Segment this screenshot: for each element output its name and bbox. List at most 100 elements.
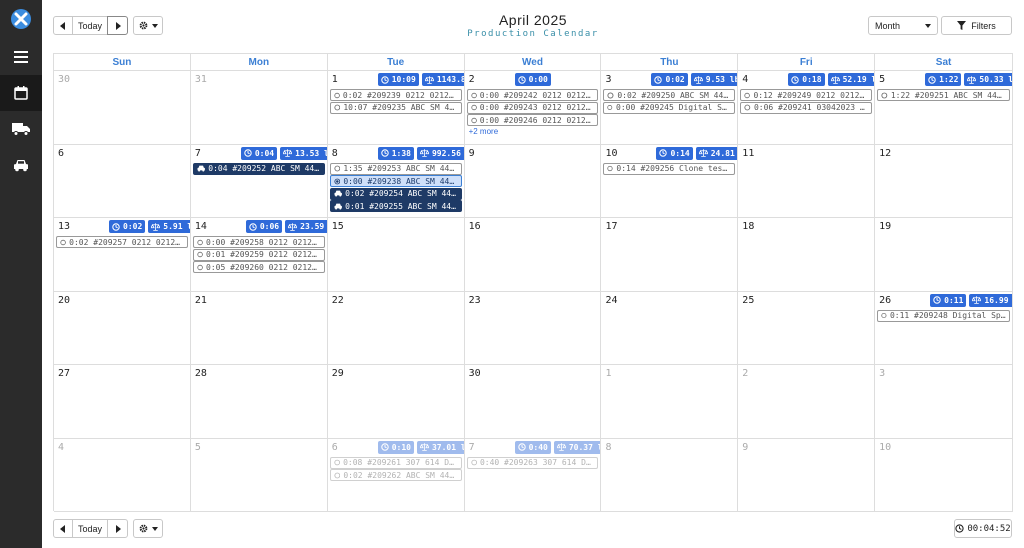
calendar-event[interactable]: 0:04 #209252 ABC SM 44-2…: [192, 162, 325, 175]
calendar-day-cell[interactable]: 60:1037.01 lb0:08 #209261 307 614 Defa…0…: [327, 438, 465, 512]
calendar-day-cell[interactable]: 27: [54, 365, 191, 439]
day-number[interactable]: 11: [742, 148, 754, 159]
day-number[interactable]: 31: [195, 74, 207, 85]
filters-button[interactable]: Filters: [941, 16, 1012, 35]
day-number[interactable]: 28: [195, 368, 207, 379]
calendar-day-cell[interactable]: 18: [738, 218, 876, 292]
calendar-event[interactable]: 0:00 #209245 Digital Spooling…: [603, 101, 736, 114]
calendar-day-cell[interactable]: 9: [464, 144, 602, 218]
day-number[interactable]: 19: [879, 221, 891, 232]
calendar-event[interactable]: 10:07 #209235 ABC SM 44-…: [329, 101, 462, 114]
calendar-day-cell[interactable]: 17: [601, 218, 739, 292]
calendar-day-cell[interactable]: 12: [875, 144, 1014, 218]
day-number[interactable]: 10: [879, 442, 891, 453]
calendar-event[interactable]: 0:14 #209256 Clone test Clo…: [603, 162, 736, 175]
calendar-day-cell[interactable]: 15: [327, 218, 465, 292]
day-number[interactable]: 7: [469, 442, 475, 453]
calendar-day-cell[interactable]: 8: [601, 438, 739, 512]
calendar-day-cell[interactable]: 30: [464, 365, 602, 439]
calendar-day-cell[interactable]: 31: [190, 71, 328, 145]
calendar-day-cell[interactable]: 4 0:18 52.19 lb 0:12 #209249 0212 0212 Def……: [738, 71, 876, 145]
calendar-day-cell[interactable]: 7 0:04 13.53 lb 0:04 #209252 ABC SM 44-2…: [190, 144, 328, 218]
calendar-day-cell[interactable]: 5: [190, 438, 328, 512]
calendar-day-cell[interactable]: 30: [54, 71, 191, 145]
day-number[interactable]: 23: [469, 295, 481, 306]
calendar-day-cell[interactable]: 2: [738, 365, 876, 439]
day-number[interactable]: 24: [605, 295, 617, 306]
calendar-day-cell[interactable]: 6: [54, 144, 191, 218]
day-number[interactable]: 25: [742, 295, 754, 306]
calendar-day-cell[interactable]: 20:000:00 #209242 0212 0212 Def…0:00 #20…: [464, 71, 602, 145]
calendar-day-cell[interactable]: 23: [464, 291, 602, 365]
calendar-event[interactable]: 0:02 #209254 ABC SM 44-2…: [329, 187, 462, 200]
day-number[interactable]: 18: [742, 221, 754, 232]
calendar-event[interactable]: 0:02 #209239 0212 0212 Def…: [329, 89, 462, 101]
calendar-event[interactable]: 0:02 #209262 ABC SM 44-2…: [329, 469, 462, 481]
calendar-event[interactable]: 0:06 #209241 03042023 03…: [740, 101, 873, 114]
calendar-day-cell[interactable]: 9: [738, 438, 876, 512]
calendar-day-cell[interactable]: 24: [601, 291, 739, 365]
day-number[interactable]: 22: [332, 295, 344, 306]
calendar-event[interactable]: 0:05 #209260 0212 0212 Def…: [192, 261, 325, 273]
calendar-day-cell[interactable]: 10 0:14 24.81 lb 0:14 #209256 Clone test Cl…: [601, 144, 739, 218]
calendar-day-cell[interactable]: 26 0:11 16.99 lb 0:11 #209248 Digital Spool…: [875, 291, 1014, 365]
day-number[interactable]: 27: [58, 368, 70, 379]
day-number[interactable]: 3: [879, 368, 885, 379]
day-number[interactable]: 9: [742, 442, 748, 453]
day-number[interactable]: 4: [58, 442, 64, 453]
sidebar-item-delivery[interactable]: [0, 111, 42, 147]
calendar-event[interactable]: 0:00 #209238 ABC SM 44-2…: [329, 175, 462, 187]
calendar-day-cell[interactable]: 16: [464, 218, 602, 292]
day-number[interactable]: 5: [195, 442, 201, 453]
settings-dropdown-bottom[interactable]: [133, 519, 163, 538]
calendar-day-cell[interactable]: 8 1:38 992.56 lb 1:35 #209253 ABC SM 44-2… 0…: [327, 144, 465, 218]
day-number[interactable]: 17: [605, 221, 617, 232]
calendar-event[interactable]: 0:00 #209258 0212 0212 Def…: [192, 236, 325, 248]
day-number[interactable]: 30: [469, 368, 481, 379]
day-number[interactable]: 3: [605, 74, 611, 85]
next-month-button-bottom[interactable]: [107, 519, 128, 538]
calendar-event[interactable]: 1:35 #209253 ABC SM 44-2…: [329, 162, 462, 175]
calendar-event[interactable]: 0:01 #209259 0212 0212 Def…: [192, 248, 325, 261]
day-number[interactable]: 16: [469, 221, 481, 232]
calendar-event[interactable]: 0:12 #209249 0212 0212 Def…: [740, 89, 873, 101]
calendar-event[interactable]: 0:00 #209243 0212 0212 Def…: [466, 101, 599, 114]
calendar-event[interactable]: 0:00 #209242 0212 0212 Def…: [466, 89, 599, 101]
today-button-bottom[interactable]: Today: [72, 519, 108, 538]
day-number[interactable]: 6: [332, 442, 338, 453]
calendar-event[interactable]: 0:02 #209250 ABC SM 44-…: [603, 89, 736, 101]
day-number[interactable]: 5: [879, 74, 885, 85]
day-number[interactable]: 2: [469, 74, 475, 85]
calendar-day-cell[interactable]: 5 1:22 50.33 lb 1:22 #209251 ABC SM 44-2…: [875, 71, 1014, 145]
calendar-day-cell[interactable]: 29: [327, 365, 465, 439]
calendar-day-cell[interactable]: 7 0:40 70.37 lb 0:40 #209263 307 614 Defa…: [464, 438, 602, 512]
day-number[interactable]: 4: [742, 74, 748, 85]
calendar-day-cell[interactable]: 28: [190, 365, 328, 439]
calendar-day-cell[interactable]: 3: [875, 365, 1014, 439]
calendar-day-cell[interactable]: 3 0:02 9.53 lb 0:02 #209250 ABC SM 44-… 0:00…: [601, 71, 739, 145]
calendar-day-cell[interactable]: 22: [327, 291, 465, 365]
day-number[interactable]: 26: [879, 295, 891, 306]
day-number[interactable]: 12: [879, 148, 891, 159]
calendar-day-cell[interactable]: 11: [738, 144, 876, 218]
sidebar-item-vehicles[interactable]: [0, 147, 42, 183]
day-number[interactable]: 1: [605, 368, 611, 379]
view-select[interactable]: Month: [868, 16, 938, 35]
calendar-event[interactable]: 1:22 #209251 ABC SM 44-2…: [877, 89, 1011, 101]
more-events-link[interactable]: +2 more: [467, 127, 599, 136]
calendar-day-cell[interactable]: 10: [875, 438, 1014, 512]
day-number[interactable]: 20: [58, 295, 70, 306]
calendar-day-cell[interactable]: 25: [738, 291, 876, 365]
day-number[interactable]: 8: [332, 148, 338, 159]
sidebar-item-calendar[interactable]: [0, 75, 42, 111]
calendar-day-cell[interactable]: 14 0:06 23.59 lb 0:00 #209258 0212 0212 Def…: [190, 218, 328, 292]
calendar-event[interactable]: 0:01 #209255 ABC SM 44-2…: [329, 200, 462, 212]
day-number[interactable]: 30: [58, 74, 70, 85]
prev-month-button-bottom[interactable]: [53, 519, 73, 538]
calendar-event[interactable]: 0:11 #209248 Digital Spoolin…: [877, 309, 1011, 322]
day-number[interactable]: 1: [332, 74, 338, 85]
day-number[interactable]: 13: [58, 221, 70, 232]
day-number[interactable]: 6: [58, 148, 64, 159]
calendar-day-cell[interactable]: 1: [601, 365, 739, 439]
day-number[interactable]: 21: [195, 295, 207, 306]
